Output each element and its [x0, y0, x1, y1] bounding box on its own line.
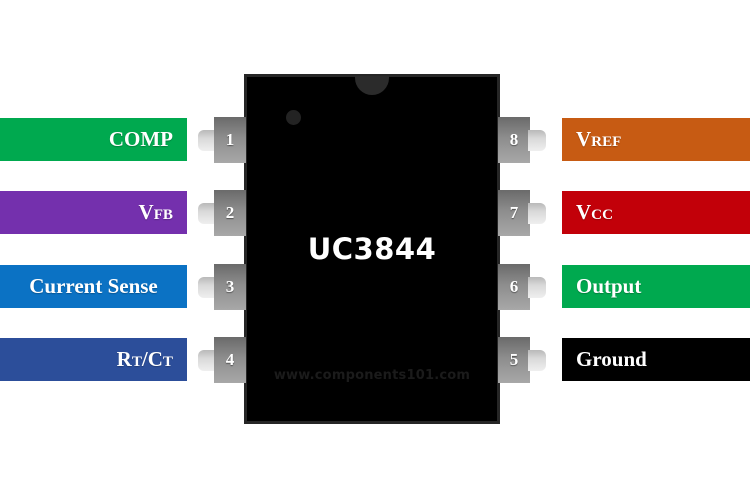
- pin-label-1-text: COMP: [108, 127, 173, 151]
- pin-1[interactable]: 1: [198, 117, 246, 163]
- chip-body: UC3844 www.components101.com: [244, 74, 500, 424]
- pin-3[interactable]: 3: [198, 264, 246, 310]
- pin-4[interactable]: 4: [198, 337, 246, 383]
- pin-8-number: 8: [498, 117, 530, 163]
- pin-label-8-vref: V REF: [562, 118, 750, 161]
- pin-label-4-rt-ct: R T/C T: [0, 338, 187, 381]
- pin-8[interactable]: 8: [498, 117, 546, 163]
- pin-6-lead: [528, 277, 546, 298]
- pin-label-6-text: Output: [576, 274, 642, 298]
- pin-5[interactable]: 5: [498, 337, 546, 383]
- pin-label-7-vcc: V CC: [562, 191, 750, 234]
- pin-1-number: 1: [214, 117, 246, 163]
- pin-label-2-subscript: FB: [153, 207, 173, 224]
- pin-label-7-text: V: [576, 200, 592, 224]
- pin-label-2-vfb: V FB: [0, 191, 187, 234]
- pin-label-4-subscript2: T: [162, 354, 173, 371]
- pin-4-number: 4: [214, 337, 246, 383]
- pin-6[interactable]: 6: [498, 264, 546, 310]
- pin-7-lead: [528, 203, 546, 224]
- pin-label-1-comp: COMP: [0, 118, 187, 161]
- pin-5-lead: [528, 350, 546, 371]
- pin-label-5-text: Ground: [576, 347, 647, 371]
- pin-2-number: 2: [214, 190, 246, 236]
- pin-label-3-text: Current Sense: [29, 274, 158, 298]
- pin-label-5-ground: Ground: [562, 338, 750, 381]
- pin-label-8-text: V: [576, 127, 592, 151]
- pin-2[interactable]: 2: [198, 190, 246, 236]
- watermark: www.components101.com: [273, 368, 471, 383]
- pin-7-number: 7: [498, 190, 530, 236]
- pin-7[interactable]: 7: [498, 190, 546, 236]
- pin-5-number: 5: [498, 337, 530, 383]
- pin-label-4-text: R: [116, 347, 132, 371]
- pin-label-8-subscript: REF: [591, 134, 622, 151]
- pin-label-7-subscript: CC: [591, 207, 613, 224]
- pin-3-number: 3: [214, 264, 246, 310]
- pin-label-3-current-sense: Current Sense: [0, 265, 187, 308]
- uc3844-pinout-diagram: COMP V FB Current Sense R T/C T 1 2 3 4 UC3…: [0, 0, 750, 500]
- pin-6-number: 6: [498, 264, 530, 310]
- pin-label-4-text2: /C: [141, 347, 163, 371]
- pin-label-6-output: Output: [562, 265, 750, 308]
- pin-8-lead: [528, 130, 546, 151]
- pin-label-2-text: V: [138, 200, 154, 224]
- pin-label-4-subscript: T: [131, 354, 142, 371]
